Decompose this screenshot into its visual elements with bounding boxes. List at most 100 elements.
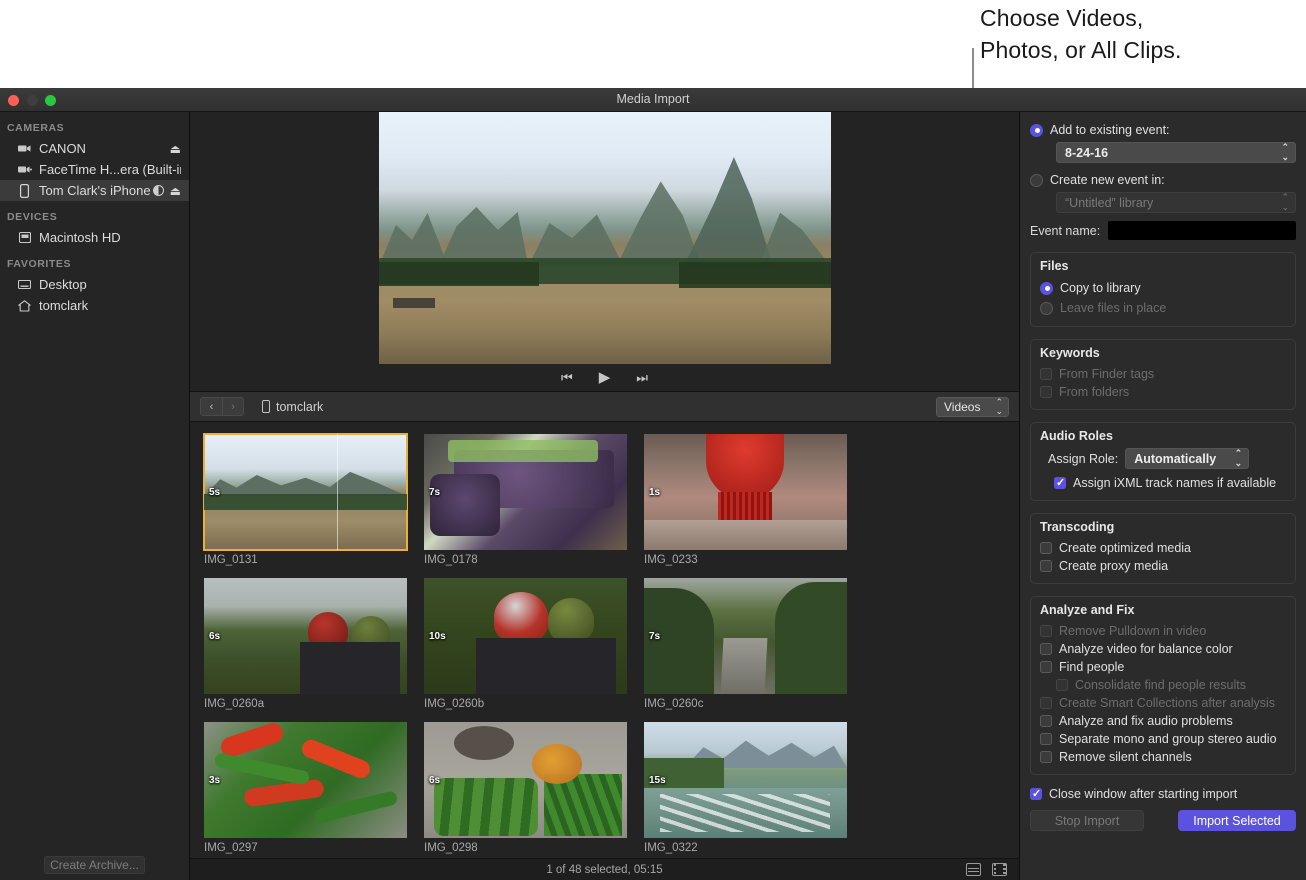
find-people-row[interactable]: Find people	[1040, 658, 1286, 676]
create-archive-button[interactable]: Create Archive...	[44, 856, 145, 874]
create-optimized-media-row[interactable]: Create optimized media	[1040, 539, 1286, 557]
clip-cell[interactable]: 10s IMG_0260b	[424, 578, 627, 710]
clip-cell[interactable]: 15s IMG_0322	[644, 722, 847, 854]
clip-cell[interactable]: 7s IMG_0178	[424, 434, 627, 566]
forward-button[interactable]: ›	[222, 398, 243, 415]
clip-name: IMG_0178	[424, 554, 627, 566]
clip-cell[interactable]: 5s IMG_0131	[204, 434, 407, 566]
copy-to-library-radio[interactable]	[1040, 282, 1053, 295]
remove-pulldown-checkbox[interactable]	[1040, 625, 1052, 637]
window-titlebar: Media Import	[0, 88, 1306, 112]
add-to-existing-event-radio[interactable]	[1030, 124, 1043, 137]
create-new-event-radio[interactable]	[1030, 174, 1043, 187]
assign-ixml-checkbox[interactable]	[1054, 477, 1066, 489]
sidebar-item-label: Tom Clark's iPhone	[39, 183, 153, 198]
list-view-icon[interactable]	[966, 863, 981, 876]
remove-pulldown-row[interactable]: Remove Pulldown in video	[1040, 622, 1286, 640]
back-button[interactable]: ‹	[201, 398, 222, 415]
close-window-checkbox[interactable]	[1030, 788, 1042, 800]
separate-mono-row[interactable]: Separate mono and group stereo audio	[1040, 730, 1286, 748]
find-people-checkbox[interactable]	[1040, 661, 1052, 673]
clip-thumbnail[interactable]: 1s	[644, 434, 847, 550]
clip-cell[interactable]: 1s IMG_0233	[644, 434, 847, 566]
sidebar-item-tom-clarks-iphone[interactable]: Tom Clark's iPhone ⏏	[0, 180, 189, 201]
sidebar-item-canon[interactable]: CANON ⏏	[0, 138, 189, 159]
separate-mono-checkbox[interactable]	[1040, 733, 1052, 745]
sidebar-item-facetime-camera[interactable]: FaceTime H...era (Built-in)	[0, 159, 189, 180]
clip-thumbnail[interactable]: 5s	[204, 434, 407, 550]
assign-role-label: Assign Role:	[1048, 452, 1118, 466]
transcoding-group: Transcoding Create optimized media Creat…	[1030, 513, 1296, 584]
assign-role-dropdown[interactable]: Automatically ⌃⌄	[1125, 448, 1249, 469]
analyze-balance-color-checkbox[interactable]	[1040, 643, 1052, 655]
leave-files-in-place-radio[interactable]	[1040, 302, 1053, 315]
analyze-fix-audio-row[interactable]: Analyze and fix audio problems	[1040, 712, 1286, 730]
from-finder-tags-label: From Finder tags	[1059, 367, 1154, 381]
copy-to-library-row[interactable]: Copy to library	[1040, 278, 1286, 298]
leave-files-in-place-row[interactable]: Leave files in place	[1040, 298, 1286, 318]
create-proxy-media-row[interactable]: Create proxy media	[1040, 557, 1286, 575]
clip-thumbnail[interactable]: 10s	[424, 578, 627, 694]
remove-silent-channels-row[interactable]: Remove silent channels	[1040, 748, 1286, 766]
copy-to-library-label: Copy to library	[1060, 281, 1141, 295]
preview-image[interactable]	[379, 112, 831, 364]
clip-grid-container[interactable]: 5s IMG_0131 7s IMG_0178	[190, 422, 1019, 858]
existing-event-value: 8-24-16	[1065, 146, 1108, 160]
analyze-fix-audio-checkbox[interactable]	[1040, 715, 1052, 727]
media-type-filter-dropdown[interactable]: Videos ⌃⌄	[936, 397, 1009, 417]
battery-half-icon	[153, 185, 164, 196]
clip-thumbnail[interactable]: 6s	[204, 578, 407, 694]
clip-cell[interactable]: 6s IMG_0298	[424, 722, 627, 854]
from-finder-tags-row[interactable]: From Finder tags	[1040, 365, 1286, 383]
analyze-balance-color-row[interactable]: Analyze video for balance color	[1040, 640, 1286, 658]
clip-thumbnail[interactable]: 3s	[204, 722, 407, 838]
clip-duration: 10s	[429, 631, 446, 642]
close-window-button[interactable]	[8, 95, 19, 106]
library-dropdown[interactable]: “Untitled” library ⌃⌄	[1056, 192, 1296, 213]
create-smart-collections-row[interactable]: Create Smart Collections after analysis	[1040, 694, 1286, 712]
filmstrip-view-icon[interactable]	[992, 863, 1007, 876]
files-group: Files Copy to library Leave files in pla…	[1030, 252, 1296, 327]
from-finder-tags-checkbox[interactable]	[1040, 368, 1052, 380]
clip-cell[interactable]: 3s IMG_0297	[204, 722, 407, 854]
clip-thumbnail[interactable]: 15s	[644, 722, 847, 838]
maximize-window-button[interactable]	[45, 95, 56, 106]
sidebar-item-label: Macintosh HD	[39, 230, 181, 245]
remove-pulldown-label: Remove Pulldown in video	[1059, 624, 1206, 638]
breadcrumb[interactable]: tomclark	[262, 400, 323, 414]
from-folders-row[interactable]: From folders	[1040, 383, 1286, 401]
consolidate-find-people-checkbox[interactable]	[1056, 679, 1068, 691]
clip-duration: 5s	[209, 487, 220, 498]
clip-thumbnail[interactable]: 7s	[644, 578, 847, 694]
clip-thumbnail[interactable]: 6s	[424, 722, 627, 838]
consolidate-find-people-row[interactable]: Consolidate find people results	[1040, 676, 1286, 694]
from-folders-checkbox[interactable]	[1040, 386, 1052, 398]
sidebar-item-macintosh-hd[interactable]: Macintosh HD	[0, 227, 189, 248]
create-new-event-radio-row[interactable]: Create new event in:	[1030, 170, 1296, 190]
event-name-input[interactable]	[1108, 221, 1296, 240]
skip-to-start-icon[interactable]: ⏮	[561, 371, 573, 384]
sidebar-item-tomclark[interactable]: tomclark	[0, 295, 189, 316]
create-proxy-media-checkbox[interactable]	[1040, 560, 1052, 572]
create-smart-collections-checkbox[interactable]	[1040, 697, 1052, 709]
sidebar-item-desktop[interactable]: Desktop	[0, 274, 189, 295]
clip-cell[interactable]: 6s IMG_0260a	[204, 578, 407, 710]
eject-icon[interactable]: ⏏	[170, 185, 181, 197]
clip-cell[interactable]: 7s IMG_0260c	[644, 578, 847, 710]
clip-thumbnail[interactable]: 7s	[424, 434, 627, 550]
close-window-row[interactable]: Close window after starting import	[1030, 787, 1296, 801]
eject-icon[interactable]: ⏏	[170, 143, 181, 155]
stop-import-button[interactable]: Stop Import	[1030, 810, 1144, 831]
play-icon[interactable]: ▶	[599, 370, 611, 385]
analyze-fix-audio-label: Analyze and fix audio problems	[1059, 714, 1233, 728]
add-to-existing-event-radio-row[interactable]: Add to existing event:	[1030, 120, 1296, 140]
sidebar-item-label: FaceTime H...era (Built-in)	[39, 162, 181, 177]
clip-duration: 6s	[209, 631, 220, 642]
skip-to-end-icon[interactable]: ⏭	[636, 371, 648, 384]
import-selected-button[interactable]: Import Selected	[1178, 810, 1296, 831]
existing-event-dropdown[interactable]: 8-24-16 ⌃⌄	[1056, 142, 1296, 163]
create-optimized-media-checkbox[interactable]	[1040, 542, 1052, 554]
assign-ixml-row[interactable]: Assign iXML track names if available	[1054, 474, 1286, 492]
remove-silent-channels-checkbox[interactable]	[1040, 751, 1052, 763]
minimize-window-button[interactable]	[27, 95, 38, 106]
